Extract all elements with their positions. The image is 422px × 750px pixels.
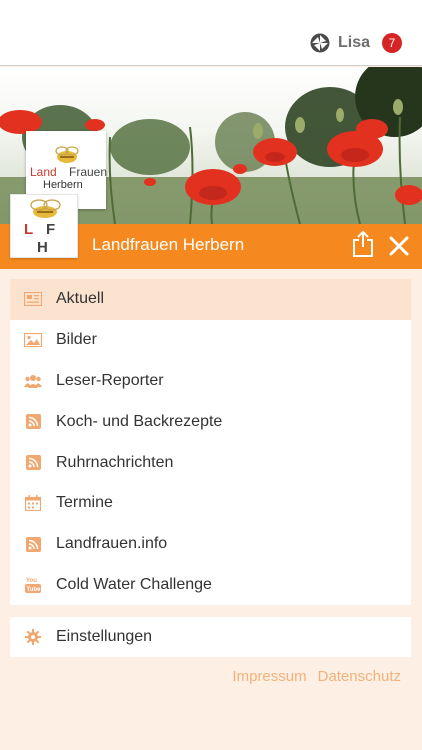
bee-logo-icon <box>30 199 61 218</box>
svg-text:Tube: Tube <box>27 587 42 593</box>
rss-icon <box>24 535 42 553</box>
logo-letter-h: H <box>37 239 48 256</box>
menu-item-cold-water-challenge[interactable]: You Tube Cold Water Challenge <box>10 565 411 606</box>
menu-item-einstellungen[interactable]: Einstellungen <box>10 617 411 657</box>
logo-letter-l: L <box>24 221 34 238</box>
menu-item-leser-reporter[interactable]: Leser-Reporter <box>10 361 411 402</box>
svg-text:You: You <box>26 578 37 584</box>
menu-item-landfrauen-info[interactable]: Landfrauen.info <box>10 524 411 565</box>
logo-text-herbern: Herbern <box>43 179 83 191</box>
menu-item-label: Leser-Reporter <box>56 371 164 389</box>
notification-badge[interactable]: 7 <box>382 33 402 53</box>
calendar-icon <box>24 494 42 512</box>
top-bar: Lisa 7 <box>0 0 422 66</box>
user-name: Lisa <box>337 34 370 51</box>
newspaper-icon <box>24 290 42 308</box>
settings-label: Einstellungen <box>56 628 153 645</box>
app-logo-icon <box>310 33 330 53</box>
menu-item-label: Landfrauen.info <box>56 535 168 553</box>
rss-icon <box>24 413 42 431</box>
logo-text-frauen: Frauen <box>69 165 108 179</box>
image-icon <box>24 331 42 349</box>
bee-logo-icon <box>55 146 79 163</box>
share-icon[interactable] <box>352 230 374 258</box>
logo-letter-f: F <box>46 221 56 238</box>
lfh-app-logo: L F H <box>10 194 78 258</box>
menu-item-koch-und-backrezepte[interactable]: Koch- und Backrezepte <box>10 401 411 442</box>
users-icon <box>24 372 42 390</box>
menu-item-aktuell[interactable]: Aktuell <box>10 279 411 320</box>
logo-text-land: Land <box>30 165 57 179</box>
menu-item-termine[interactable]: Termine <box>10 483 411 524</box>
menu-item-label: Aktuell <box>56 290 105 308</box>
rss-icon <box>24 454 42 472</box>
close-icon[interactable] <box>388 235 410 257</box>
impressum-link[interactable]: Impressum <box>232 668 306 685</box>
menu-item-bilder[interactable]: Bilder <box>10 320 411 361</box>
menu-item-label: Koch- und Backrezepte <box>56 412 223 430</box>
menu-item-label: Cold Water Challenge <box>56 575 212 593</box>
datenschutz-link[interactable]: Datenschutz <box>318 668 401 685</box>
navigation-menu: Aktuell Bilder Leser-Reporter Koch- und … <box>10 279 411 606</box>
menu-item-ruhrnachrichten[interactable]: Ruhrnachrichten <box>10 442 411 483</box>
youtube-icon: You Tube <box>24 576 42 594</box>
menu-item-label: Termine <box>56 494 113 512</box>
user-account[interactable]: Lisa 7 <box>310 32 402 54</box>
drawer-title: Landfrauen Herbern <box>92 235 245 254</box>
gear-icon <box>24 628 42 646</box>
menu-item-label: Bilder <box>56 331 97 349</box>
footer-links: Impressum Datenschutz <box>221 668 401 685</box>
menu-item-label: Ruhrnachrichten <box>56 453 174 471</box>
